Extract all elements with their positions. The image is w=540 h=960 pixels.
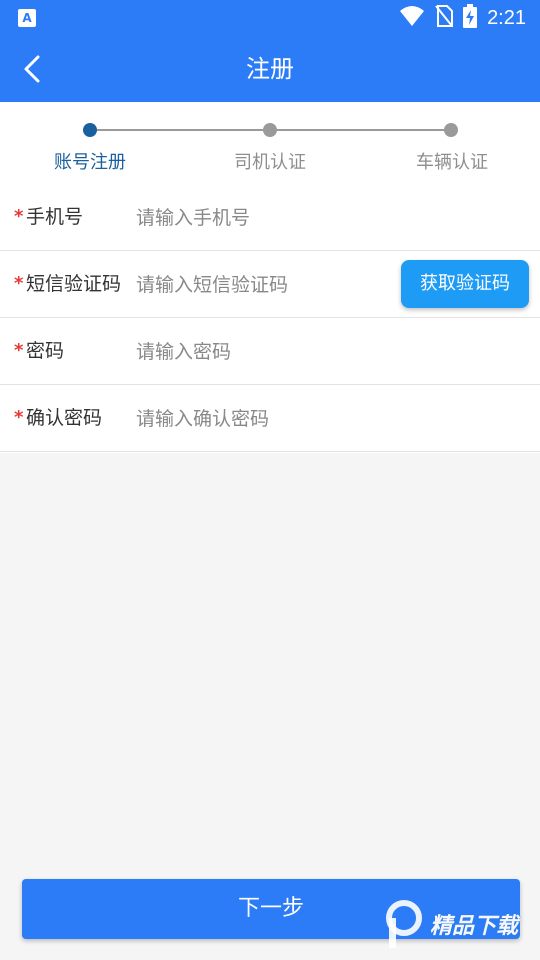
sms-code-row: * 短信验证码 获取验证码 [0,251,540,318]
phone-row: * 手机号 [0,184,540,251]
wifi-icon [399,5,425,31]
phone-label: 手机号 [26,206,84,228]
sms-code-label: 短信验证码 [26,273,122,295]
nav-bar: 注册 [0,36,540,102]
step-connector [270,129,451,131]
next-step-button[interactable]: 下一步 [22,879,520,939]
no-sim-icon [435,5,454,31]
step-label-driver: 司机认证 [234,152,306,173]
step-connector [90,129,270,131]
password-input[interactable] [136,332,386,372]
confirm-password-label: 确认密码 [26,407,103,429]
required-mark: * [14,407,24,428]
status-time: 2:21 [487,6,526,29]
step-indicator: 账号注册 司机认证 车辆认证 [0,102,540,182]
status-bar: A 2:21 [0,0,540,36]
registration-card: 账号注册 司机认证 车辆认证 * 手机号 * 短信验证码 获取验证码 * 密码 … [0,102,540,453]
confirm-password-row: * 确认密码 [0,385,540,452]
confirm-password-input[interactable] [136,399,386,439]
app-notification-icon: A [18,9,36,27]
get-code-button[interactable]: 获取验证码 [401,260,529,308]
step-dot-driver [263,123,277,137]
phone-input[interactable] [136,198,386,238]
password-label: 密码 [26,340,65,362]
step-dot-account [83,123,97,137]
page-title: 注册 [246,55,294,83]
password-row: * 密码 [0,318,540,385]
battery-charging-icon [463,4,478,32]
step-dot-vehicle [444,123,458,137]
step-label-account: 账号注册 [54,152,126,173]
status-icons: 2:21 [399,0,526,36]
step-label-vehicle: 车辆认证 [416,152,488,173]
required-mark: * [14,340,24,361]
sms-code-input[interactable] [136,265,386,305]
required-mark: * [14,206,24,227]
required-mark: * [14,273,24,294]
